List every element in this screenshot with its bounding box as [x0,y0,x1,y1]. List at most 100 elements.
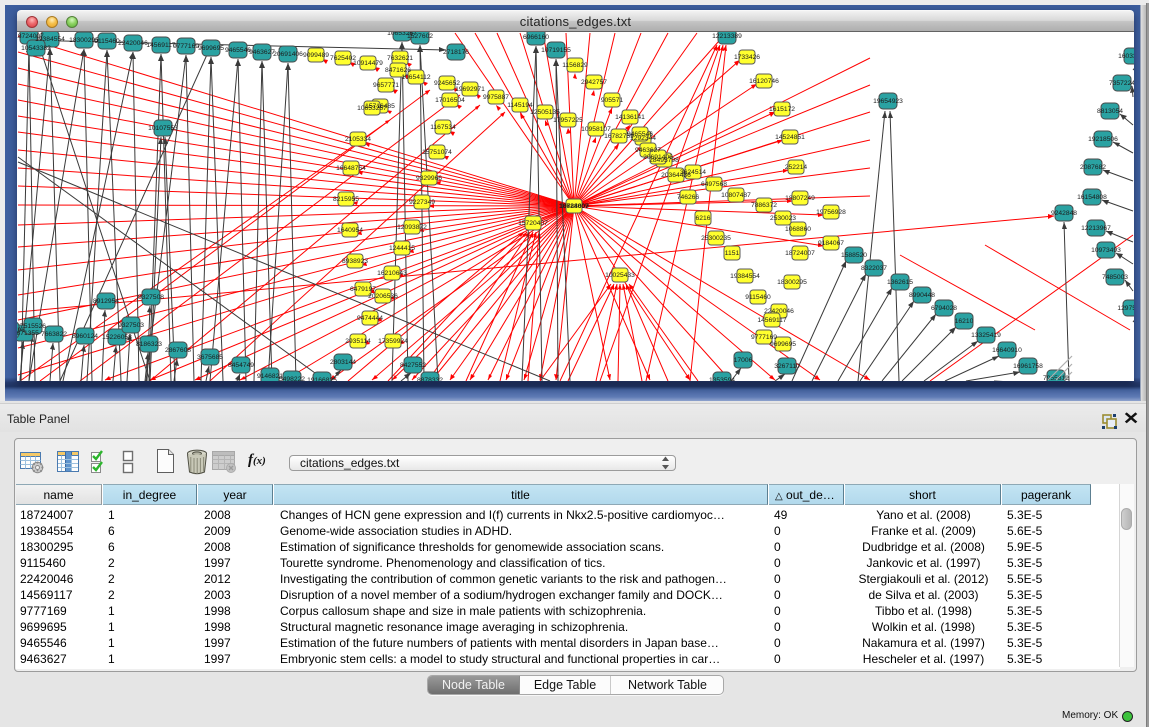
svg-text:746266: 746266 [677,194,700,201]
svg-text:14569117: 14569117 [146,42,176,49]
svg-text:2803144: 2803144 [330,359,356,366]
svg-text:1588520: 1588520 [841,252,867,259]
svg-text:2942757: 2942757 [581,79,607,86]
svg-text:2935114: 2935114 [345,338,371,345]
svg-text:12093872: 12093872 [397,224,427,231]
svg-text:1068860: 1068860 [785,226,811,233]
svg-text:10025433: 10025433 [605,272,635,279]
svg-text:16120746: 16120746 [749,78,779,85]
svg-text:6216: 6216 [696,215,711,222]
svg-text:12505135: 12505135 [530,109,560,116]
svg-text:8186323: 8186323 [136,341,162,348]
svg-text:2530023: 2530023 [770,215,796,222]
svg-text:1156829: 1156829 [562,62,588,69]
svg-text:1145194: 1145194 [507,102,533,109]
svg-text:8322037: 8322037 [861,265,887,272]
svg-text:18300295: 18300295 [777,279,807,286]
svg-text:15720407: 15720407 [518,220,548,227]
svg-text:3267110: 3267110 [774,363,800,370]
svg-text:19384554: 19384554 [35,36,65,43]
svg-text:1527602: 1527602 [407,33,433,40]
svg-text:1362615: 1362615 [887,279,913,286]
svg-text:12213389: 12213389 [712,33,742,40]
svg-text:19692971: 19692971 [455,86,485,93]
svg-text:8215955: 8215955 [333,196,359,203]
svg-text:9463627: 9463627 [249,49,275,56]
svg-text:8990448: 8990448 [909,292,935,299]
svg-text:6794028: 6794028 [931,305,957,312]
svg-text:14569117: 14569117 [757,317,787,324]
svg-text:8938923: 8938923 [342,258,368,265]
svg-text:2867608: 2867608 [165,347,191,354]
svg-text:9227349: 9227349 [409,199,435,206]
svg-text:10046796: 10046796 [17,327,25,334]
svg-text:5498222: 5498222 [279,376,305,381]
svg-text:20206536: 20206536 [368,293,398,300]
svg-text:8813054: 8813054 [1097,108,1123,115]
svg-text:9115460: 9115460 [94,38,120,45]
svg-text:3675685: 3675685 [197,354,223,361]
svg-text:8912954: 8912954 [93,298,119,305]
svg-text:1167534: 1167534 [430,124,456,131]
svg-text:8454749: 8454749 [228,362,254,369]
svg-text:17016504: 17016504 [435,97,465,104]
svg-text:15751074: 15751074 [422,149,452,156]
svg-text:252214: 252214 [785,164,808,171]
svg-text:19384554: 19384554 [730,273,760,280]
svg-text:16640910: 16640910 [992,347,1022,354]
svg-text:8960124: 8960124 [72,333,98,340]
svg-text:7663822: 7663822 [41,331,67,338]
svg-text:1640954: 1640954 [337,227,363,234]
svg-text:16210: 16210 [955,318,974,325]
svg-text:1244415: 1244415 [389,245,415,252]
svg-text:16961758: 16961758 [1013,363,1043,370]
svg-text:10807487: 10807487 [721,192,751,199]
svg-text:14524851: 14524851 [775,134,805,141]
svg-text:16033809: 16033809 [1118,53,1134,60]
svg-text:20691406: 20691406 [643,154,673,161]
svg-text:7632621: 7632621 [387,55,413,62]
svg-text:10653267: 10653267 [357,105,387,112]
svg-text:19218506: 19218506 [1088,136,1118,143]
svg-text:22420046: 22420046 [764,308,794,315]
svg-text:10107553: 10107553 [148,125,178,132]
svg-text:10973493: 10973493 [1091,247,1121,254]
svg-text:7485003: 7485003 [1102,274,1128,281]
svg-text:25300235: 25300235 [701,235,731,242]
svg-text:17006: 17006 [734,357,753,364]
svg-text:9463627: 9463627 [635,147,661,154]
svg-text:13325419: 13325419 [971,332,1001,339]
svg-text:7357224: 7357224 [1109,80,1134,87]
svg-text:12975115: 12975115 [1117,305,1134,312]
svg-text:18724007: 18724007 [559,203,589,210]
svg-text:9657771: 9657771 [373,82,399,89]
svg-text:2718176: 2718176 [443,49,469,56]
svg-text:17957225: 17957225 [553,117,583,124]
svg-text:22420046: 22420046 [118,40,148,47]
svg-text:1733426: 1733426 [734,54,760,61]
svg-text:8427552: 8427552 [400,362,426,369]
svg-text:9474444: 9474444 [357,315,383,322]
svg-text:9699695: 9699695 [198,45,224,52]
svg-text:6479197: 6479197 [350,286,376,293]
svg-text:8471626: 8471626 [385,67,411,74]
svg-text:9699695: 9699695 [770,341,796,348]
svg-text:9184067: 9184067 [818,240,844,247]
svg-text:9327508: 9327508 [138,294,164,301]
svg-text:1353594: 1353594 [709,377,735,381]
svg-text:9465546: 9465546 [627,131,653,138]
svg-text:1151: 1151 [725,250,740,257]
svg-text:9975887: 9975887 [483,94,509,101]
svg-text:10958107: 10958107 [581,126,611,133]
svg-text:10914479: 10914479 [353,60,383,67]
svg-text:16154808: 16154808 [1077,194,1107,201]
svg-text:9777169: 9777169 [173,43,199,50]
svg-text:19654923: 19654923 [873,98,903,105]
svg-text:9327503: 9327503 [118,322,144,329]
svg-text:9242848: 9242848 [1051,210,1077,217]
svg-text:9777169: 9777169 [751,334,777,341]
svg-text:9329966: 9329966 [416,175,442,182]
svg-text:20691406: 20691406 [273,51,303,58]
svg-text:18807249: 18807249 [785,195,815,202]
svg-text:16210643: 16210643 [377,270,407,277]
